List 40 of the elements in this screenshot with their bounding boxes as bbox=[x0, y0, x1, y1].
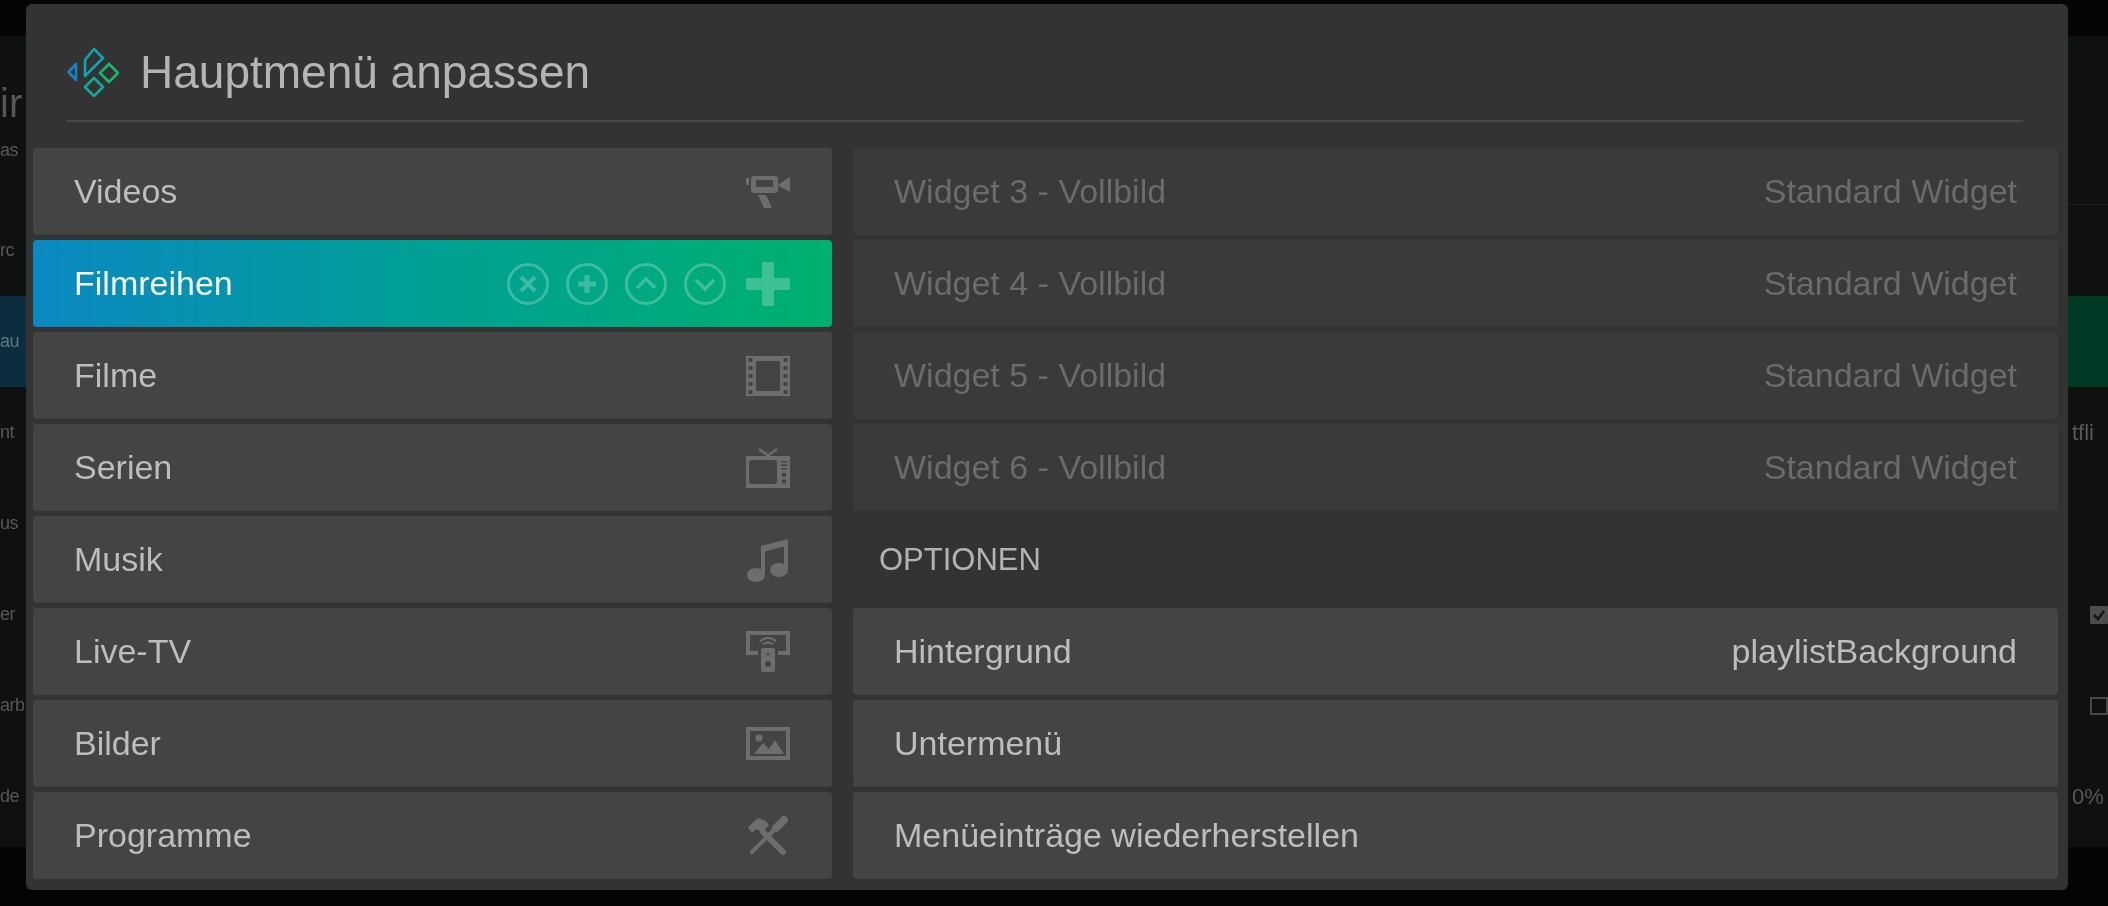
logo-icon bbox=[67, 47, 119, 97]
checkbox[interactable] bbox=[2090, 696, 2108, 715]
setting-item[interactable]: Hintergrund playlistBackground bbox=[853, 608, 2058, 695]
hammer-screwdriver-icon bbox=[746, 814, 790, 857]
video-camera-icon bbox=[746, 175, 790, 208]
dialog-title: Hauptmenü anpassen bbox=[140, 47, 591, 97]
setting-value: tfli bbox=[2071, 419, 2094, 446]
circle-down-icon[interactable] bbox=[684, 262, 726, 305]
section-heading: OPTIONEN bbox=[879, 541, 1041, 578]
film-strip-icon bbox=[746, 355, 790, 396]
menu-item[interactable]: Filmreihen bbox=[33, 240, 832, 327]
circle-up-icon[interactable] bbox=[625, 262, 667, 305]
list-item-label: arb bbox=[0, 695, 25, 716]
menu-item[interactable]: Serien bbox=[33, 424, 832, 511]
page-title: ir bbox=[0, 80, 23, 126]
list-item-label: rc bbox=[0, 240, 14, 261]
picture-icon bbox=[746, 727, 790, 760]
tv-icon bbox=[746, 447, 790, 488]
menu-item[interactable]: Programme bbox=[33, 792, 832, 879]
menu-item[interactable]: Musik bbox=[33, 516, 832, 603]
menu-item[interactable]: Videos bbox=[33, 148, 832, 235]
list-item-label: au bbox=[0, 331, 20, 352]
circle-plus-icon[interactable] bbox=[566, 262, 608, 305]
list-item-label: us bbox=[0, 513, 18, 534]
list-item-label: de bbox=[0, 786, 20, 807]
plus-icon[interactable] bbox=[746, 261, 790, 306]
menu-item[interactable]: Live-TV bbox=[33, 608, 832, 695]
setting-value: playlistBackground bbox=[1731, 632, 2017, 671]
checkbox[interactable] bbox=[2090, 605, 2108, 624]
menu-item[interactable]: Filme bbox=[33, 332, 832, 419]
page-subtitle: as bbox=[0, 139, 18, 161]
setting-value: 0% bbox=[2071, 783, 2104, 810]
menu-item[interactable]: Bilder bbox=[33, 700, 832, 787]
list-item-label: er bbox=[0, 604, 15, 625]
circle-x-icon[interactable] bbox=[507, 262, 549, 305]
setting-item[interactable]: Menüeinträge wiederherstellen bbox=[853, 792, 2058, 879]
list-item-label: nt bbox=[0, 422, 14, 443]
screen-remote-icon bbox=[746, 631, 790, 672]
setting-item[interactable]: Untermenü bbox=[853, 700, 2058, 787]
music-note-icon bbox=[746, 537, 790, 582]
